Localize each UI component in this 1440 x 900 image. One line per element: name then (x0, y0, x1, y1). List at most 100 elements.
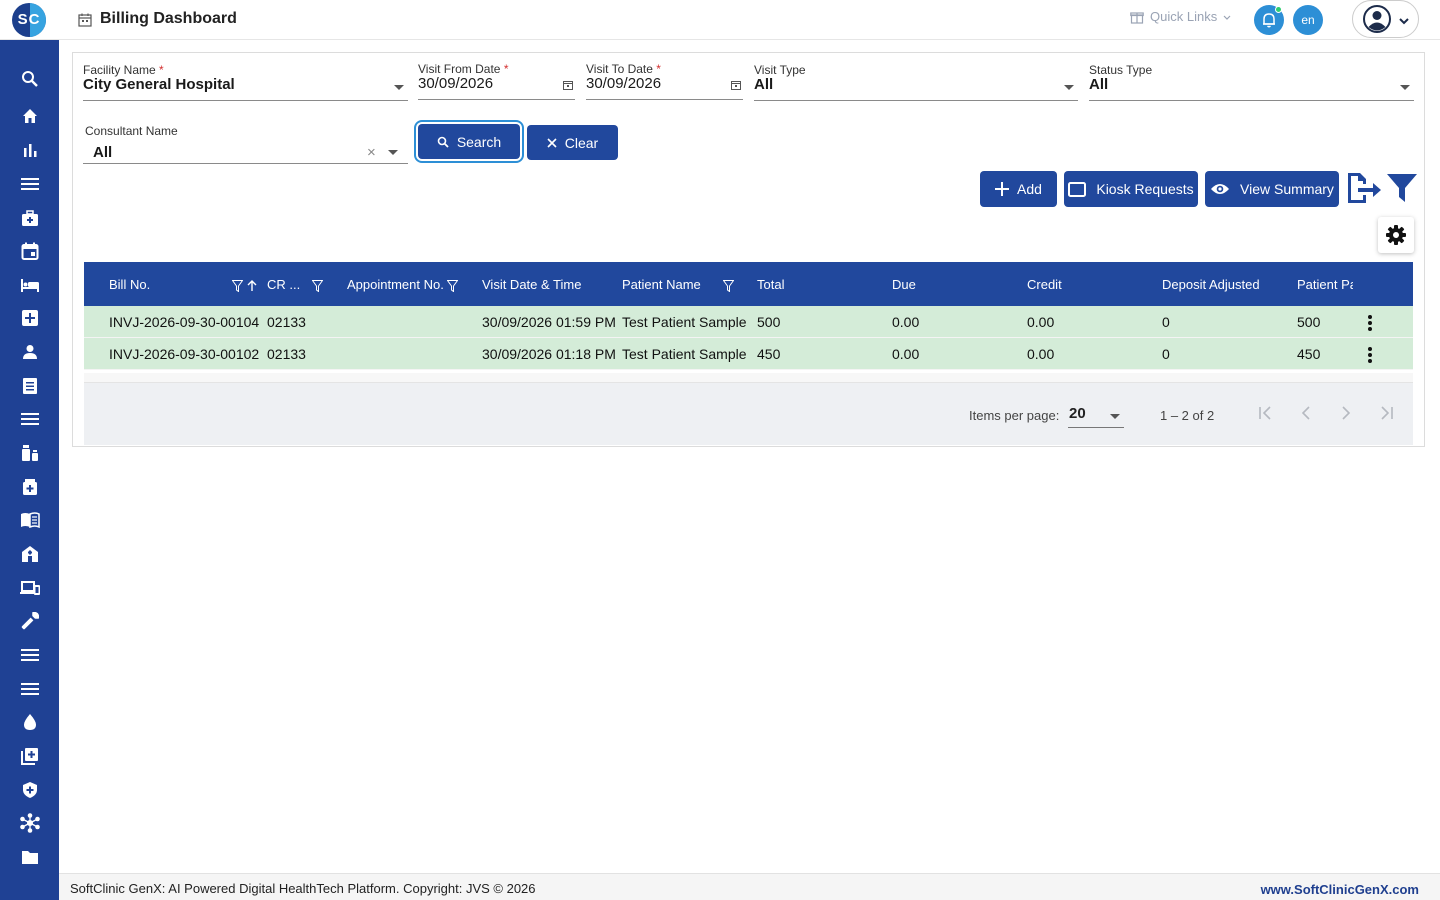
items-per-page-label: Items per page: (969, 408, 1060, 423)
close-icon (547, 137, 557, 148)
cell-total: 450 (757, 346, 781, 362)
add-button[interactable]: Add (980, 171, 1057, 207)
facility-name-value: City General Hospital (83, 76, 235, 93)
sidebar-item-integrations[interactable] (0, 808, 59, 838)
row-actions-icon[interactable] (1367, 314, 1373, 332)
dropdown-arrow-icon (1064, 85, 1074, 90)
plus-icon (995, 182, 1010, 196)
filter-icon[interactable] (1386, 172, 1418, 204)
medication-icon (21, 445, 38, 461)
sidebar (0, 40, 59, 900)
column-header-visit-date-time[interactable]: Visit Date & Time (482, 277, 581, 292)
sidebar-item-hospital[interactable] (0, 303, 59, 333)
search-icon (437, 136, 449, 148)
visit-type-select[interactable]: Visit Type All (754, 63, 1078, 101)
dropdown-arrow-icon[interactable] (1110, 414, 1120, 419)
column-header-bill-no[interactable]: Bill No. (109, 277, 150, 292)
sidebar-item-list-2[interactable] (0, 640, 59, 670)
sidebar-item-library[interactable] (0, 505, 59, 535)
sidebar-item-add-record[interactable] (0, 741, 59, 771)
calendar-icon[interactable] (731, 80, 741, 90)
search-button[interactable]: Search (418, 124, 520, 159)
page-range-label: 1 – 2 of 2 (1160, 408, 1215, 423)
sidebar-item-pharmacy[interactable] (0, 438, 59, 468)
gear-icon (1386, 225, 1406, 245)
last-page-icon[interactable] (1376, 403, 1396, 423)
visit-to-date-field[interactable]: Visit To Date * 30/09/2026 (586, 62, 743, 100)
column-header-total[interactable]: Total (757, 277, 784, 292)
user-menu-button[interactable] (1352, 0, 1419, 38)
column-filter-icon[interactable] (312, 280, 323, 292)
column-header-patient-payable[interactable]: Patient Pa (1297, 277, 1353, 292)
first-page-icon[interactable] (1256, 403, 1276, 423)
notifications-button[interactable] (1254, 5, 1284, 35)
next-page-icon[interactable] (1336, 403, 1356, 423)
row-actions-icon[interactable] (1367, 346, 1373, 364)
sidebar-item-blood-bank[interactable] (0, 707, 59, 737)
sidebar-item-tools[interactable] (0, 606, 59, 636)
column-filter-icon[interactable] (232, 280, 243, 292)
quick-links-dropdown[interactable]: Quick Links (1130, 9, 1231, 24)
sidebar-item-insurance[interactable] (0, 775, 59, 805)
cell-bill-no[interactable]: INVJ-2026-09-30-00102 (109, 346, 259, 362)
view-summary-button[interactable]: View Summary (1205, 171, 1339, 207)
cell-visit-date-time: 30/09/2026 01:18 PM (482, 346, 616, 362)
export-icon[interactable] (1346, 171, 1382, 205)
notification-dot (1275, 6, 1282, 13)
sidebar-item-home[interactable] (0, 101, 59, 131)
column-filter-icon[interactable] (723, 280, 734, 292)
calendar-icon[interactable] (563, 80, 573, 90)
sidebar-item-medical[interactable] (0, 203, 59, 233)
website-link[interactable]: www.SoftClinicGenX.com (1261, 882, 1419, 897)
column-header-patient-name[interactable]: Patient Name (622, 277, 701, 292)
page-title: Billing Dashboard (100, 10, 237, 27)
kiosk-requests-button[interactable]: Kiosk Requests (1064, 171, 1198, 207)
cell-cr: 02133 (267, 346, 306, 362)
sidebar-item-medicine[interactable] (0, 472, 59, 502)
column-header-credit[interactable]: Credit (1027, 277, 1062, 292)
devices-icon (19, 581, 40, 595)
column-header-cr[interactable]: CR ... (267, 277, 300, 292)
sidebar-item-files[interactable] (0, 842, 59, 872)
column-header-deposit-adjusted[interactable]: Deposit Adjusted (1162, 277, 1260, 292)
sidebar-item-list-3[interactable] (0, 674, 59, 704)
sidebar-item-devices[interactable] (0, 573, 59, 603)
app-logo[interactable]: SC (12, 3, 46, 37)
sort-ascending-icon[interactable] (247, 280, 257, 292)
sidebar-item-facility[interactable] (0, 539, 59, 569)
facility-name-select[interactable]: Facility Name * City General Hospital (83, 63, 408, 101)
horizontal-scrollbar[interactable] (84, 373, 1413, 383)
cell-bill-no[interactable]: INVJ-2026-09-30-00104 (109, 314, 259, 330)
visit-from-date-field[interactable]: Visit From Date * 30/09/2026 (418, 62, 575, 100)
menu-icon (20, 178, 39, 190)
list-icon (20, 649, 39, 661)
add-box-icon (20, 748, 38, 765)
home-icon (22, 109, 37, 123)
sidebar-item-notes[interactable] (0, 371, 59, 401)
cell-deposit-adjusted: 0 (1162, 314, 1170, 330)
status-type-select[interactable]: Status Type All (1089, 63, 1414, 101)
column-filter-icon[interactable] (447, 280, 458, 292)
consultant-name-select[interactable]: Consultant Name All × (83, 124, 408, 164)
clear-button[interactable]: Clear (527, 125, 618, 160)
consultant-name-label: Consultant Name (85, 124, 178, 138)
column-settings-button[interactable] (1378, 217, 1414, 253)
sidebar-item-search[interactable] (0, 64, 59, 94)
cell-credit: 0.00 (1027, 346, 1055, 362)
sidebar-item-appointments[interactable] (0, 236, 59, 266)
visit-from-date-label: Visit From Date (418, 62, 501, 76)
previous-page-icon[interactable] (1296, 403, 1316, 423)
sidebar-item-inpatient[interactable] (0, 270, 59, 300)
cell-credit: 0.00 (1027, 314, 1055, 330)
clear-selection-icon[interactable]: × (367, 144, 376, 161)
sidebar-item-menu[interactable] (0, 169, 59, 199)
page-size-select[interactable]: 20 (1069, 405, 1086, 422)
table-row[interactable]: INVJ-2026-09-30-00102 02133 30/09/2026 0… (84, 338, 1413, 370)
column-header-due[interactable]: Due (892, 277, 916, 292)
sidebar-item-patients[interactable] (0, 337, 59, 367)
column-header-appointment-no[interactable]: Appointment No. (347, 277, 444, 292)
sidebar-item-reports[interactable] (0, 135, 59, 165)
language-button[interactable]: en (1293, 5, 1323, 35)
sidebar-item-list[interactable] (0, 404, 59, 434)
table-row[interactable]: INVJ-2026-09-30-00104 02133 30/09/2026 0… (84, 306, 1413, 338)
